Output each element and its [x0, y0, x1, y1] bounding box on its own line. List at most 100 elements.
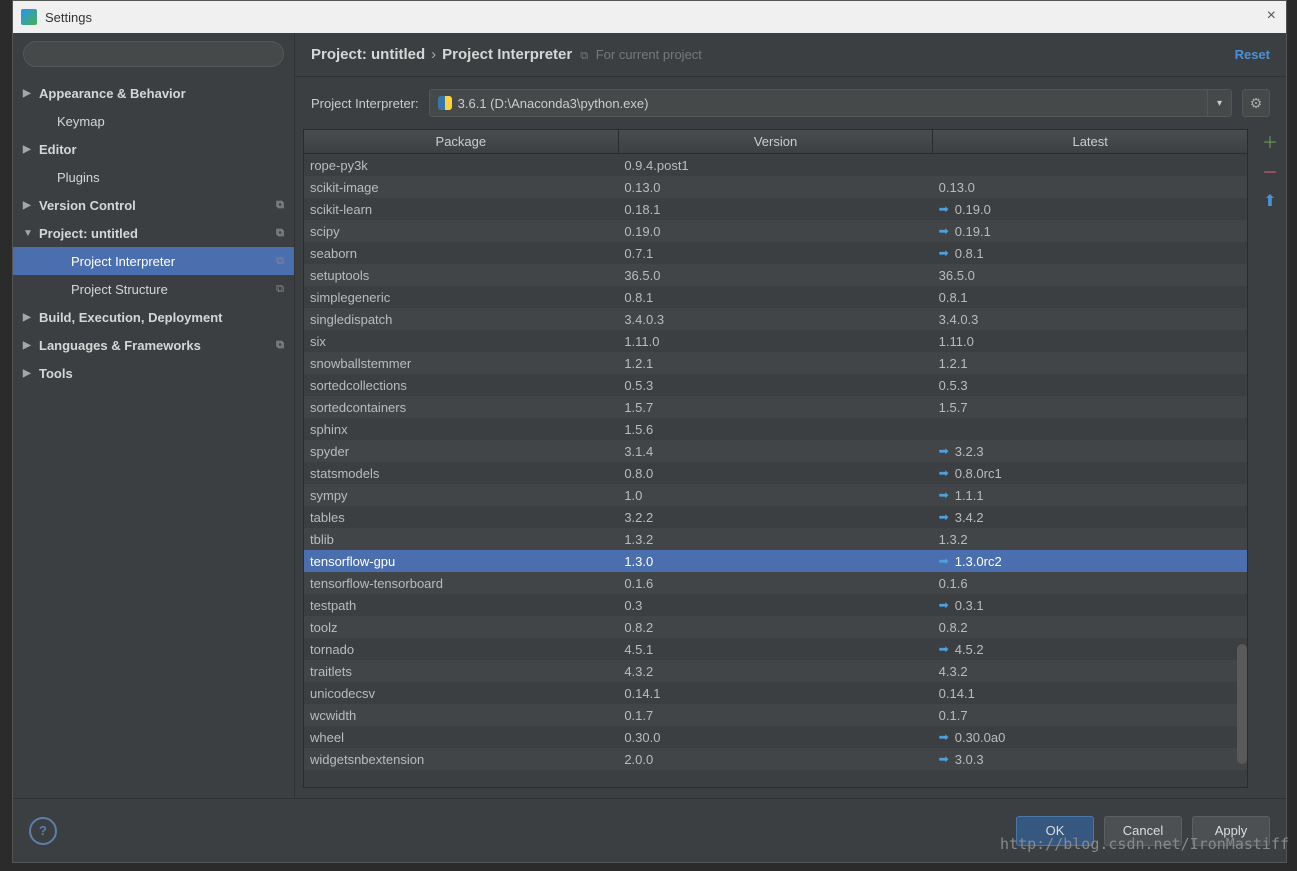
cell-version: 3.4.0.3: [618, 312, 932, 327]
cell-version: 0.30.0: [618, 730, 932, 745]
th-version[interactable]: Version: [619, 130, 934, 153]
table-row[interactable]: seaborn0.7.1➡0.8.1: [304, 242, 1247, 264]
cell-version: 3.1.4: [618, 444, 932, 459]
cell-latest: 1.2.1: [933, 356, 1247, 371]
chevron-right-icon: ▶: [23, 200, 31, 211]
table-row[interactable]: statsmodels0.8.0➡0.8.0rc1: [304, 462, 1247, 484]
sidebar-item-label: Version Control: [39, 198, 136, 213]
settings-tree: ▶Appearance & BehaviorKeymap▶EditorPlugi…: [13, 75, 294, 798]
table-row[interactable]: sortedcollections0.5.30.5.3: [304, 374, 1247, 396]
cell-package: sortedcontainers: [304, 400, 618, 415]
chevron-right-icon: ▶: [23, 312, 31, 323]
table-row[interactable]: unicodecsv0.14.10.14.1: [304, 682, 1247, 704]
interpreter-select[interactable]: 3.6.1 (D:\Anaconda3\python.exe) ▾: [429, 89, 1232, 117]
table-row[interactable]: traitlets4.3.24.3.2: [304, 660, 1247, 682]
table-row[interactable]: tables3.2.2➡3.4.2: [304, 506, 1247, 528]
table-body[interactable]: rope-py3k0.9.4.post1scikit-image0.13.00.…: [304, 154, 1247, 787]
cell-package: six: [304, 334, 618, 349]
settings-dialog: Settings × ⌕ ▶Appearance & BehaviorKeyma…: [12, 0, 1287, 863]
packages-area: Package Version Latest rope-py3k0.9.4.po…: [295, 129, 1286, 798]
copy-icon: ⧉: [276, 283, 284, 296]
gear-button[interactable]: ⚙: [1242, 89, 1270, 117]
sidebar-item-editor[interactable]: ▶Editor: [13, 135, 294, 163]
help-button[interactable]: ?: [29, 817, 57, 845]
sidebar-item-build-execution-deployment[interactable]: ▶ Build, Execution, Deployment: [13, 303, 294, 331]
table-row[interactable]: widgetsnbextension2.0.0➡3.0.3: [304, 748, 1247, 770]
table-row[interactable]: singledispatch3.4.0.33.4.0.3: [304, 308, 1247, 330]
sidebar-item-label: Tools: [39, 366, 73, 381]
cell-version: 0.8.2: [618, 620, 932, 635]
sidebar-item-project-structure[interactable]: Project Structure ⧉: [13, 275, 294, 303]
cell-version: 4.5.1: [618, 642, 932, 657]
table-row[interactable]: setuptools36.5.036.5.0: [304, 264, 1247, 286]
table-row[interactable]: sphinx1.5.6: [304, 418, 1247, 440]
sidebar-item-version-control[interactable]: ▶Version Control⧉: [13, 191, 294, 219]
table-row[interactable]: sortedcontainers1.5.71.5.7: [304, 396, 1247, 418]
remove-package-button[interactable]: －: [1260, 161, 1280, 181]
th-package[interactable]: Package: [304, 130, 619, 153]
sidebar-item-tools[interactable]: ▶Tools: [13, 359, 294, 387]
sidebar-item-label: Project: untitled: [39, 226, 138, 241]
table-row[interactable]: tblib1.3.21.3.2: [304, 528, 1247, 550]
main-panel: Project: untitled › Project Interpreter …: [295, 33, 1286, 798]
cell-latest: 1.5.7: [933, 400, 1247, 415]
cell-latest: ➡4.5.2: [933, 642, 1247, 657]
cell-latest: 0.8.1: [933, 290, 1247, 305]
table-row[interactable]: spyder3.1.4➡3.2.3: [304, 440, 1247, 462]
ok-button[interactable]: OK: [1016, 816, 1094, 846]
cell-package: tornado: [304, 642, 618, 657]
th-latest[interactable]: Latest: [933, 130, 1247, 153]
upgrade-package-button[interactable]: ⬆: [1260, 191, 1280, 211]
gear-icon: ⚙: [1250, 95, 1263, 112]
sidebar-item-project-untitled[interactable]: ▼Project: untitled⧉: [13, 219, 294, 247]
add-package-button[interactable]: ＋: [1260, 131, 1280, 151]
breadcrumb-page: Project Interpreter: [442, 46, 572, 63]
breadcrumb-sep: ›: [431, 46, 436, 63]
table-row[interactable]: wcwidth0.1.70.1.7: [304, 704, 1247, 726]
close-icon[interactable]: ×: [1267, 7, 1276, 25]
sidebar-item-label: Project Structure: [71, 282, 168, 297]
copy-icon: ⧉: [276, 339, 284, 352]
sidebar-item-label: Build, Execution, Deployment: [39, 310, 222, 325]
apply-button[interactable]: Apply: [1192, 816, 1270, 846]
table-row[interactable]: toolz0.8.20.8.2: [304, 616, 1247, 638]
sidebar-item-appearance-behavior[interactable]: ▶Appearance & Behavior: [13, 79, 294, 107]
table-row[interactable]: tensorflow-gpu1.3.0➡1.3.0rc2: [304, 550, 1247, 572]
table-row[interactable]: scipy0.19.0➡0.19.1: [304, 220, 1247, 242]
table-row[interactable]: scikit-image0.13.00.13.0: [304, 176, 1247, 198]
chevron-right-icon: ▶: [23, 88, 31, 99]
chevron-down-icon: ▼: [23, 228, 33, 239]
chevron-down-icon[interactable]: ▾: [1207, 90, 1231, 116]
table-row[interactable]: tornado4.5.1➡4.5.2: [304, 638, 1247, 660]
cell-version: 1.5.7: [618, 400, 932, 415]
update-available-icon: ➡: [939, 752, 949, 766]
packages-table: Package Version Latest rope-py3k0.9.4.po…: [303, 129, 1248, 788]
titlebar: Settings ×: [13, 1, 1286, 33]
table-row[interactable]: snowballstemmer1.2.11.2.1: [304, 352, 1247, 374]
table-row[interactable]: tensorflow-tensorboard0.1.60.1.6: [304, 572, 1247, 594]
reset-link[interactable]: Reset: [1235, 47, 1270, 62]
cell-package: sortedcollections: [304, 378, 618, 393]
sidebar-item-project-interpreter[interactable]: Project Interpreter⧉: [13, 247, 294, 275]
cell-version: 1.3.2: [618, 532, 932, 547]
sidebar-item-languages-frameworks[interactable]: ▶Languages & Frameworks⧉: [13, 331, 294, 359]
cell-version: 36.5.0: [618, 268, 932, 283]
table-row[interactable]: simplegeneric0.8.10.8.1: [304, 286, 1247, 308]
search-input[interactable]: [23, 41, 284, 67]
cell-version: 1.3.0: [618, 554, 932, 569]
table-row[interactable]: six1.11.01.11.0: [304, 330, 1247, 352]
cell-package: traitlets: [304, 664, 618, 679]
table-row[interactable]: testpath0.3➡0.3.1: [304, 594, 1247, 616]
table-row[interactable]: wheel0.30.0➡0.30.0a0: [304, 726, 1247, 748]
scrollbar[interactable]: [1237, 644, 1247, 764]
cancel-button[interactable]: Cancel: [1104, 816, 1182, 846]
table-header: Package Version Latest: [304, 130, 1247, 154]
table-row[interactable]: sympy1.0➡1.1.1: [304, 484, 1247, 506]
update-available-icon: ➡: [939, 246, 949, 260]
cell-latest: 3.4.0.3: [933, 312, 1247, 327]
copy-icon: ⧉: [580, 50, 588, 62]
table-row[interactable]: rope-py3k0.9.4.post1: [304, 154, 1247, 176]
table-row[interactable]: scikit-learn0.18.1➡0.19.0: [304, 198, 1247, 220]
sidebar-item-plugins[interactable]: Plugins: [13, 163, 294, 191]
sidebar-item-keymap[interactable]: Keymap: [13, 107, 294, 135]
